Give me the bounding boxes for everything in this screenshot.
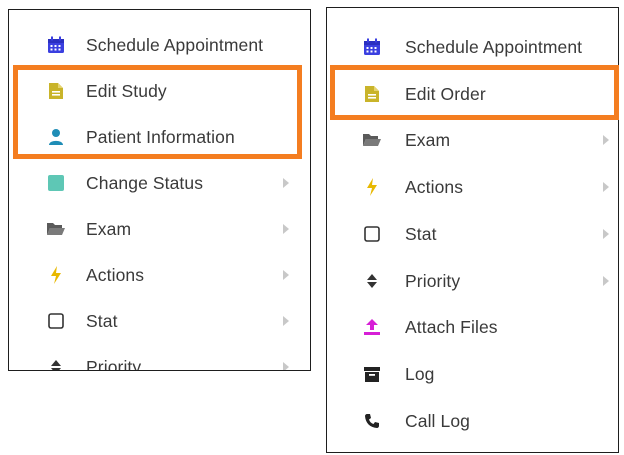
menu-item-label: Edit Order: [405, 83, 486, 104]
menu-item-label: Call Log: [405, 410, 471, 431]
menu-item-label: Change Status: [86, 172, 204, 193]
menu-item-label: Stat: [405, 223, 437, 244]
context-menu-right: Schedule Appointment Edit Order Exam Act…: [326, 7, 619, 453]
chevron-right-icon: [603, 135, 609, 145]
bolt-icon: [45, 264, 67, 286]
menu-item-label: Actions: [405, 176, 464, 197]
chevron-right-icon: [603, 182, 609, 192]
menu-item-label: Actions: [86, 264, 145, 285]
square-filled-icon: [45, 172, 67, 194]
context-menu-left: Schedule Appointment Edit Study Patient …: [8, 9, 311, 371]
menu-item-log[interactable]: Log: [327, 356, 618, 392]
menu-item-schedule-appointment[interactable]: Schedule Appointment: [327, 29, 618, 65]
menu-item-label: Attach Files: [405, 316, 498, 337]
menu-item-priority[interactable]: Priority: [9, 349, 310, 371]
menu-item-label: Edit Study: [86, 80, 167, 101]
sort-icon: [361, 270, 383, 292]
menu-item-label: Schedule Appointment: [86, 34, 264, 55]
calendar-icon: [45, 34, 67, 56]
archive-icon: [361, 363, 383, 385]
phone-icon: [361, 410, 383, 432]
menu-item-change-status[interactable]: Change Status: [9, 165, 310, 201]
menu-item-schedule-appointment[interactable]: Schedule Appointment: [9, 27, 310, 63]
document-icon: [361, 83, 383, 105]
menu-item-edit-order[interactable]: Edit Order: [327, 76, 618, 112]
calendar-icon: [361, 36, 383, 58]
menu-item-stat[interactable]: Stat: [327, 216, 618, 252]
menu-item-label: Patient Information: [86, 126, 235, 147]
menu-item-actions[interactable]: Actions: [327, 169, 618, 205]
chevron-right-icon: [283, 224, 289, 234]
chevron-right-icon: [283, 270, 289, 280]
chevron-right-icon: [283, 316, 289, 326]
menu-item-stat[interactable]: Stat: [9, 303, 310, 339]
menu-item-label: Log: [405, 363, 435, 384]
square-outline-icon: [45, 310, 67, 332]
menu-item-call-log[interactable]: Call Log: [327, 403, 618, 439]
menu-item-patient-information[interactable]: Patient Information: [9, 119, 310, 155]
person-icon: [45, 126, 67, 148]
document-icon: [45, 80, 67, 102]
chevron-right-icon: [603, 229, 609, 239]
chevron-right-icon: [603, 276, 609, 286]
menu-item-attach-files[interactable]: Attach Files: [327, 309, 618, 345]
menu-item-actions[interactable]: Actions: [9, 257, 310, 293]
menu-item-label: Priority: [86, 356, 142, 371]
bolt-icon: [361, 176, 383, 198]
menu-item-label: Exam: [405, 129, 451, 150]
upload-icon: [361, 316, 383, 338]
menu-item-label: Exam: [86, 218, 132, 239]
menu-item-exam[interactable]: Exam: [327, 122, 618, 158]
folder-open-icon: [361, 129, 383, 151]
menu-item-priority[interactable]: Priority: [327, 263, 618, 299]
square-outline-icon: [361, 223, 383, 245]
menu-item-label: Stat: [86, 310, 118, 331]
menu-item-edit-study[interactable]: Edit Study: [9, 73, 310, 109]
menu-item-label: Priority: [405, 270, 461, 291]
menu-item-exam[interactable]: Exam: [9, 211, 310, 247]
chevron-right-icon: [283, 178, 289, 188]
chevron-right-icon: [283, 362, 289, 370]
sort-icon: [45, 356, 67, 370]
menu-item-label: Schedule Appointment: [405, 36, 583, 57]
folder-open-icon: [45, 218, 67, 240]
